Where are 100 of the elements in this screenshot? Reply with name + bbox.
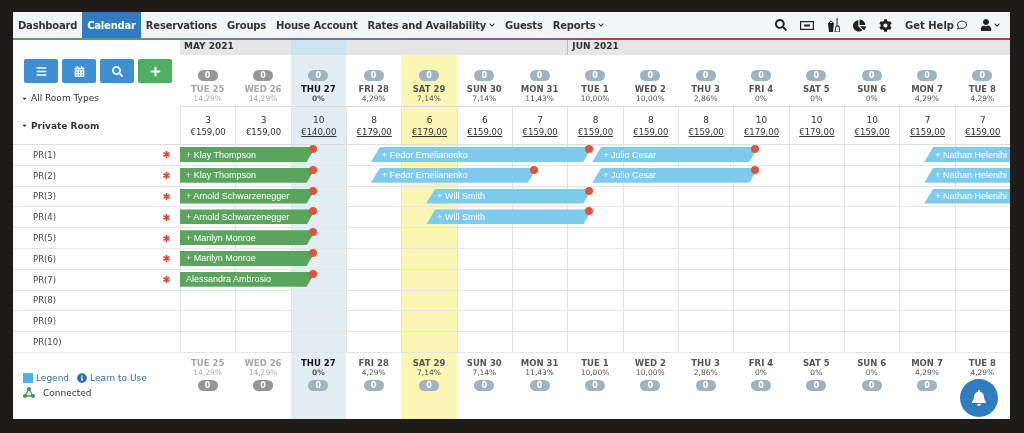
settings-icon[interactable]: [879, 18, 892, 32]
room-timeline[interactable]: + Arnold Schwarzenegger + Will Smith + Nathan Helenihi: [180, 186, 1010, 208]
day-label: SAT 5: [802, 85, 830, 94]
user-menu[interactable]: [980, 19, 1000, 31]
count-badge: 0: [363, 70, 384, 81]
asterisk-icon: [163, 193, 170, 200]
asterisk-icon: [163, 172, 170, 180]
day-label: TUE 8: [968, 358, 996, 368]
search-icon: [111, 65, 123, 77]
list-view-button[interactable]: [24, 59, 58, 83]
price-text[interactable]: €159,00: [633, 126, 669, 137]
status-dot: [308, 269, 317, 278]
count-badge: 0: [640, 379, 661, 391]
availability-text: 10: [811, 114, 823, 125]
room-name: PR(5): [33, 233, 57, 244]
nav-tab[interactable]: Reservations: [140, 12, 222, 38]
price-text[interactable]: €159,00: [909, 126, 946, 137]
search-icon[interactable]: [775, 19, 787, 31]
plus-icon: [149, 65, 161, 77]
day-label: WED 2: [634, 358, 666, 368]
day-label: FRI 4: [748, 358, 774, 368]
room-name: PR(9): [33, 316, 57, 327]
nav-tab[interactable]: Reports: [547, 12, 610, 38]
price-text: €159,00: [190, 126, 226, 137]
price-text[interactable]: €140,00: [301, 126, 337, 137]
count-badge: 0: [972, 70, 993, 81]
day-label: WED 26: [244, 358, 282, 368]
count-badge: 0: [308, 70, 329, 81]
card-icon[interactable]: [800, 20, 814, 30]
day-label: TUE 1: [581, 358, 609, 368]
availability-text: 6: [426, 114, 433, 125]
add-button[interactable]: [138, 59, 172, 83]
chevron-icon: [489, 22, 496, 28]
room-timeline[interactable]: + Marilyn Monroe: [180, 228, 1010, 249]
price-text[interactable]: €179,00: [411, 126, 448, 137]
price-text[interactable]: €159,00: [522, 126, 558, 137]
count-badge: 0: [861, 379, 882, 391]
price-text[interactable]: €159,00: [577, 126, 614, 137]
status-dot: [308, 249, 317, 257]
legend-link[interactable]: Legend: [23, 373, 70, 384]
day-label: FRI 28: [358, 85, 389, 94]
status-dot: [308, 228, 317, 237]
room-name: PR(6): [33, 253, 57, 264]
availability-text: 8: [647, 114, 654, 125]
price-text[interactable]: €179,00: [356, 126, 392, 137]
availability-text: 8: [703, 114, 709, 125]
room-timeline[interactable]: + Marilyn Monroe: [180, 249, 1010, 270]
status-dot: [308, 165, 317, 174]
count-badge: 0: [917, 70, 937, 81]
room-timeline[interactable]: + Klay Thompson + Fedor Emelianenko + Julio Cesar + Nathan Helenihi: [180, 165, 1010, 187]
nav-tab[interactable]: Guests: [500, 12, 548, 38]
calendar-icon: [73, 65, 85, 77]
count-badge: 0: [585, 379, 605, 391]
nav-tab[interactable]: Calendar: [82, 12, 141, 38]
status-dot: [529, 165, 538, 174]
chat-icon: [957, 20, 967, 30]
learn-link[interactable]: Learn to Use: [77, 373, 147, 384]
count-badge: 0: [419, 379, 439, 391]
price-text[interactable]: €159,00: [854, 126, 890, 137]
asterisk-icon: [163, 255, 170, 263]
room-timeline[interactable]: + Arnold Schwarzenegger + Will Smith: [180, 207, 1010, 229]
nav-tab[interactable]: Dashboard: [13, 12, 83, 38]
room-name: PR(7): [33, 274, 57, 285]
nav-tab[interactable]: Groups: [222, 12, 272, 38]
availability-text: 8: [371, 114, 377, 125]
day-label: SAT 29: [412, 85, 446, 94]
room-types-toggle[interactable]: All Room Types: [21, 93, 180, 103]
caret-icon: [21, 122, 28, 129]
availability-text: 3: [205, 114, 212, 125]
chevron-icon: [598, 22, 605, 28]
pie-chart-icon[interactable]: [853, 18, 866, 32]
nav-tab[interactable]: House Account: [271, 12, 363, 38]
month-label: MAY 2021: [184, 41, 234, 51]
count-badge: 0: [474, 379, 495, 391]
calendar-button[interactable]: [62, 59, 96, 83]
network-icon: [23, 387, 35, 399]
status-dot: [585, 207, 594, 216]
room-type-toggle[interactable]: Private Room: [13, 107, 180, 145]
price-text[interactable]: €159,00: [467, 126, 503, 137]
count-badge: 0: [806, 70, 827, 81]
legend-swatch: [23, 373, 33, 384]
price-text[interactable]: €159,00: [965, 126, 1001, 137]
day-label: SAT 5: [802, 358, 830, 368]
count-badge: 0: [695, 379, 716, 391]
price-text[interactable]: €179,00: [799, 126, 835, 137]
help-link[interactable]: Get Help: [905, 19, 967, 31]
price-text[interactable]: €159,00: [688, 126, 724, 137]
room-name: PR(2): [33, 170, 57, 181]
availability-text: 7: [979, 114, 986, 125]
room-timeline[interactable]: Alessandra Ambrosio: [180, 269, 1010, 291]
cleaning-icon[interactable]: [827, 18, 840, 32]
nav-tab[interactable]: Rates and Availability: [362, 12, 501, 38]
room-name: PR(10): [33, 337, 62, 348]
count-badge: 0: [363, 379, 384, 391]
day-label: THU 3: [691, 358, 720, 368]
price-text[interactable]: €179,00: [743, 126, 780, 137]
count-badge: 0: [861, 70, 882, 81]
search-button[interactable]: [100, 59, 134, 83]
notifications-button[interactable]: [960, 379, 998, 417]
room-timeline[interactable]: + Klay Thompson + Fedor Emelianenko + Julio Cesar + Nathan Helenihi: [180, 145, 1010, 166]
